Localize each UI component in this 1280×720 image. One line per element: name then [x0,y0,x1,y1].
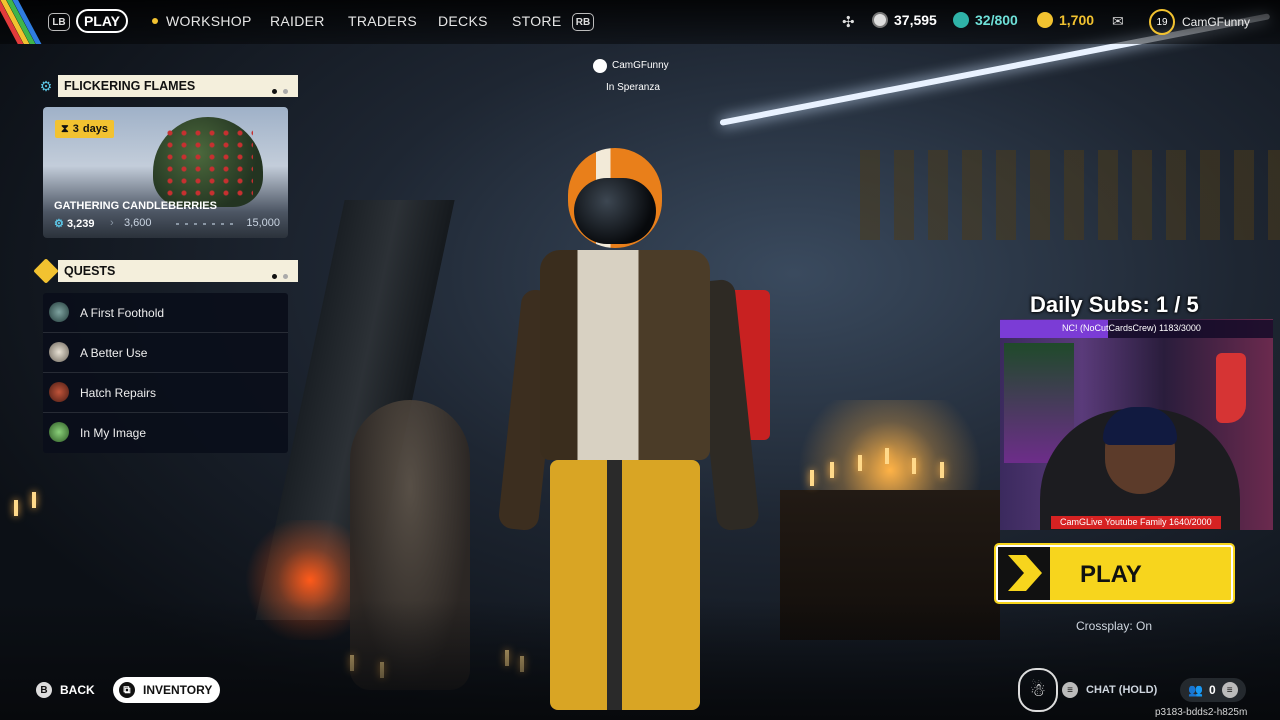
nav-tab-raider[interactable]: RAIDER [270,13,325,29]
chevron-right-icon: › [110,217,114,229]
mail-icon[interactable]: ✉ [1112,13,1124,30]
rb-bumper-hint: RB [572,13,594,31]
menu-button-icon: ≡ [1221,682,1238,698]
recruit-icon[interactable]: ✣ [842,13,855,31]
lb-bumper-hint: LB [48,13,70,31]
nav-tab-store[interactable]: STORE [512,13,561,29]
character-visor [574,178,656,244]
webcam-overlay: NC! (NoCutCardsCrew) 1183/3000 CamGLive … [1000,319,1273,530]
event-card[interactable]: ⧗ 3 days GATHERING CANDLEBERRIES ⚙ 3,239… [43,107,288,238]
party-count: 0 [1208,683,1216,697]
quest-giver-portrait-icon [49,302,69,322]
player-level-badge: 19 [1149,9,1175,35]
view-button-icon: ⧉ [119,682,135,698]
nav-tab-play[interactable]: PLAY [76,9,128,33]
people-icon: 👥 [1188,683,1203,697]
crossplay-status[interactable]: Crossplay: On [1076,619,1152,633]
player-name: CamGFunny [612,60,669,71]
quest-list: A First Foothold A Better Use Hatch Repa… [43,293,288,453]
token-icon [953,12,969,28]
back-button[interactable]: B BACK [36,682,95,698]
player-character [497,140,800,710]
coin-icon [872,12,888,28]
rainbow-stripes-logo [0,0,44,44]
event-timer-badge: ⧗ 3 days [55,120,114,138]
premium-coin-icon [1037,12,1053,28]
quests-header[interactable]: QUESTS [58,260,298,282]
b-button-icon: B [36,682,52,698]
currency-coins: 37,595 [872,12,937,28]
sub-goal-text: NC! (NoCutCardsCrew) 1183/3000 [1062,323,1201,333]
quest-item[interactable]: A First Foothold [43,293,288,333]
menu-button-icon: ≡ [1062,682,1078,698]
quest-item[interactable]: Hatch Repairs [43,373,288,413]
nav-tab-decks[interactable]: DECKS [438,13,488,29]
inventory-button[interactable]: ⧉ INVENTORY [113,677,220,703]
party-leader-crown-icon [593,59,607,73]
player-location: In Speranza [606,82,660,93]
quest-giver-portrait-icon [49,382,69,402]
daily-subs-counter: Daily Subs: 1 / 5 [1030,292,1199,317]
stream-logo-icon: ☃ [1018,668,1058,712]
quest-icon [33,258,59,284]
progress-dotted-line [176,223,236,225]
character-legs [550,460,700,710]
chat-button[interactable]: ≡ CHAT (HOLD) [1062,682,1157,698]
pagination-dots [266,268,288,282]
family-goal-text: CamGLive Youtube Family 1640/2000 [1060,517,1212,527]
progress-max: 15,000 [246,217,280,229]
party-button[interactable]: 👥 0 ≡ [1180,678,1246,702]
currency-tokens: 32/800 [953,12,1018,28]
play-button-label: PLAY [1080,561,1142,588]
gear-icon: ⚙ [54,218,64,230]
hourglass-icon: ⧗ [61,122,69,135]
event-header[interactable]: FLICKERING FLAMES [58,75,298,97]
nav-tab-workshop[interactable]: WORKSHOP [166,13,252,29]
session-id: p3183-bdds2-h825m [1155,707,1248,718]
progress-current: ⚙ 3,239 [54,218,95,230]
currency-premium: 1,700 [1037,12,1094,28]
play-button[interactable]: PLAY [996,545,1233,602]
event-title: GATHERING CANDLEBERRIES [54,200,217,212]
nav-tab-traders[interactable]: TRADERS [348,13,417,29]
pagination-dots [266,83,288,97]
christmas-stocking [1216,353,1246,423]
quest-giver-portrait-icon [49,422,69,442]
character-torso [540,250,710,460]
berries-image [163,127,253,197]
quest-giver-portrait-icon [49,342,69,362]
profile-username[interactable]: CamGFunny [1182,15,1250,29]
progress-milestone: 3,600 [124,217,152,229]
bunting-flags [860,150,1280,240]
play-chevron-icon [998,547,1050,600]
notification-dot [152,18,158,24]
quest-item[interactable]: In My Image [43,413,288,452]
top-navigation-bar: LB PLAY WORKSHOP RAIDER TRADERS DECKS ST… [0,0,1280,44]
gear-icon: ⚙ [39,77,53,94]
quest-item[interactable]: A Better Use [43,333,288,373]
